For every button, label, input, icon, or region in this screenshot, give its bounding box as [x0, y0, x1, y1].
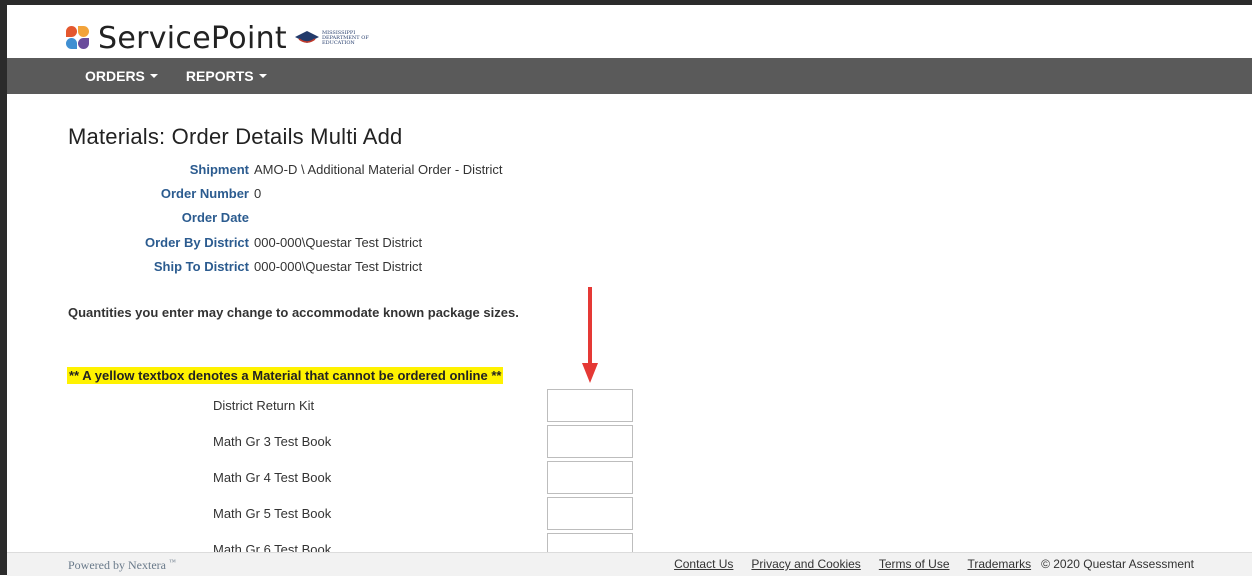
chevron-down-icon	[149, 74, 158, 78]
detail-label: Ship To District	[153, 259, 249, 274]
detail-value: 0	[254, 186, 262, 201]
detail-shipment: Shipment AMO-D \ Additional Material Ord…	[0, 162, 560, 177]
page-title: Materials: Order Details Multi Add	[68, 124, 403, 149]
mde-logo: MISSISSIPPI DEPARTMENT OF EDUCATION	[294, 30, 369, 46]
detail-value: 000-000\Questar Test District	[254, 235, 423, 250]
nav-reports-label: REPORTS	[185, 68, 254, 84]
main-navbar: ORDERS REPORTS	[7, 58, 1252, 94]
detail-label: Order By District	[144, 235, 249, 250]
trademark-symbol: ™	[168, 558, 176, 566]
footer-link-contact-us[interactable]: Contact Us	[674, 557, 733, 571]
package-size-note: Quantities you enter may change to accom…	[68, 305, 519, 320]
footer-link-terms[interactable]: Terms of Use	[879, 557, 950, 571]
detail-value: AMO-D \ Additional Material Order - Dist…	[254, 162, 503, 177]
nav-orders-label: ORDERS	[85, 68, 145, 84]
page-footer: Powered by Nextera ™ Contact Us Privacy a…	[7, 552, 1252, 576]
material-row: District Return Kit	[0, 389, 640, 425]
quantity-input[interactable]	[547, 389, 633, 422]
graduation-cap-icon	[294, 31, 319, 43]
material-row: Math Gr 4 Test Book	[0, 461, 640, 497]
detail-label: Order Date	[181, 210, 249, 225]
footer-links: Contact Us Privacy and Cookies Terms of …	[656, 557, 1194, 571]
app-name: ServicePoint	[98, 20, 287, 56]
material-name: Math Gr 3 Test Book	[213, 434, 332, 449]
yellow-textbox-legend: ** A yellow textbox denotes a Material t…	[67, 367, 504, 384]
detail-order-date: Order Date	[0, 210, 560, 225]
material-name: District Return Kit	[213, 398, 315, 413]
mde-line-3: EDUCATION	[321, 39, 355, 46]
material-name: Math Gr 4 Test Book	[213, 470, 332, 485]
quantity-input[interactable]	[547, 497, 633, 530]
chevron-down-icon	[258, 74, 267, 78]
detail-order-by-district: Order By District 000-000\Questar Test D…	[0, 235, 560, 250]
down-arrow-annotation-icon	[582, 287, 598, 383]
quantity-input[interactable]	[547, 461, 633, 494]
app-logo[interactable]: ServicePoint MISSISSIPPI DEPARTMENT OF E…	[66, 18, 369, 58]
material-name: Math Gr 5 Test Book	[213, 506, 332, 521]
nav-reports-menu[interactable]: REPORTS	[182, 68, 271, 84]
servicepoint-pinwheel-icon	[66, 26, 90, 50]
detail-ship-to-district: Ship To District 000-000\Questar Test Di…	[0, 259, 560, 274]
footer-link-trademarks[interactable]: Trademarks	[968, 557, 1032, 571]
powered-by: Powered by Nextera ™	[68, 558, 176, 573]
copyright: © 2020 Questar Assessment	[1041, 557, 1194, 571]
detail-order-number: Order Number 0	[0, 186, 560, 201]
window-frame-top	[0, 0, 1252, 5]
detail-label: Shipment	[189, 162, 249, 177]
footer-link-privacy[interactable]: Privacy and Cookies	[751, 557, 860, 571]
detail-value: 000-000\Questar Test District	[254, 259, 423, 274]
powered-by-text: Powered by Nextera	[68, 558, 166, 572]
quantity-input[interactable]	[547, 425, 633, 458]
material-row: Math Gr 5 Test Book	[0, 497, 640, 533]
detail-label: Order Number	[160, 186, 249, 201]
material-row: Math Gr 3 Test Book	[0, 425, 640, 461]
nav-orders-menu[interactable]: ORDERS	[81, 68, 162, 84]
